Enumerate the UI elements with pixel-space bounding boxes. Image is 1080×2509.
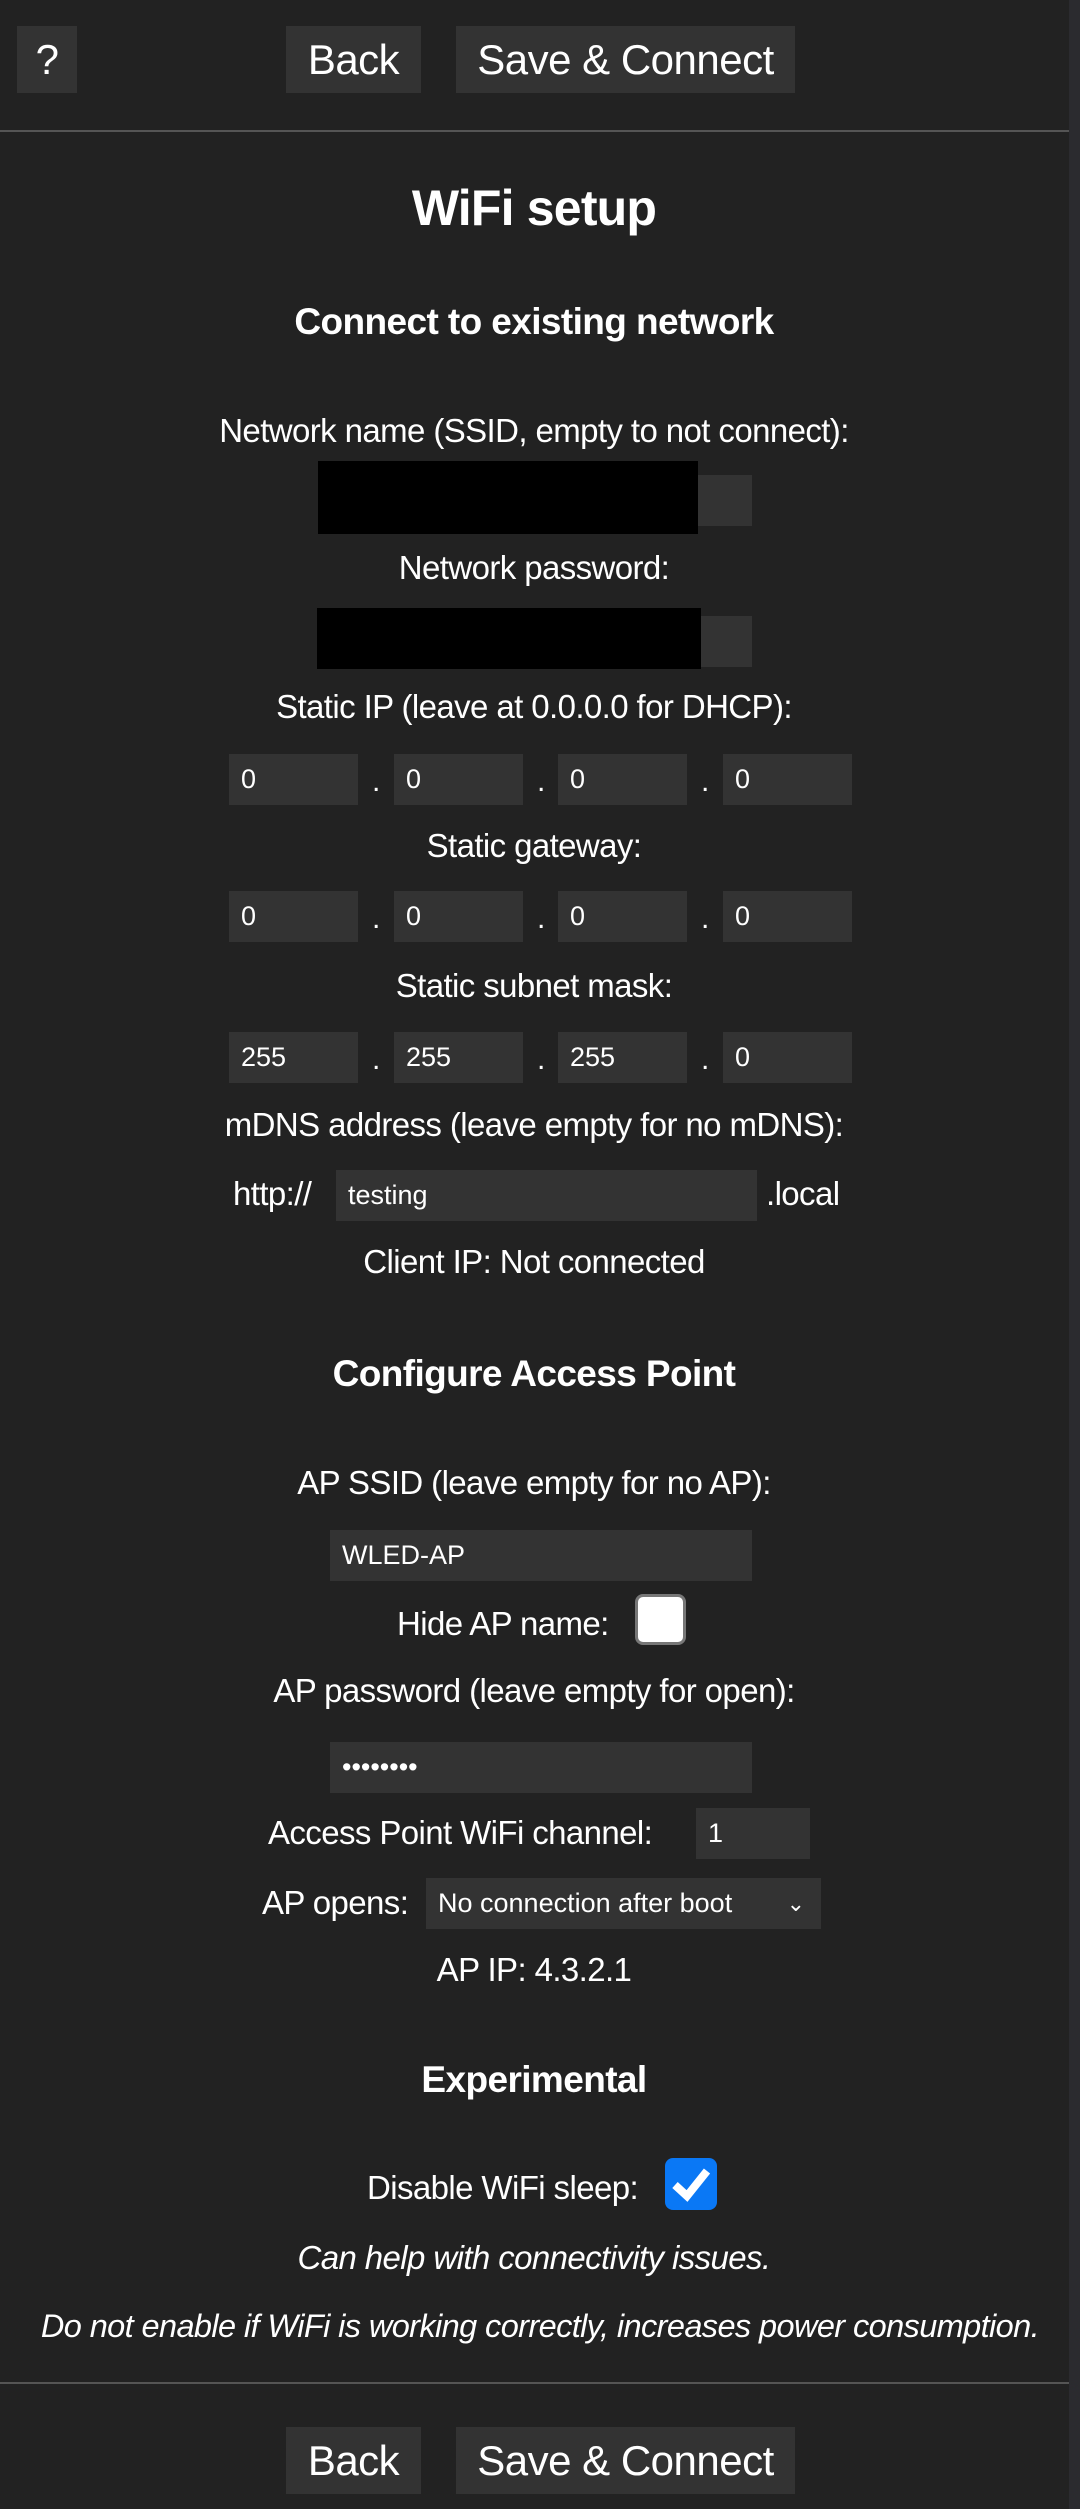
redaction [318, 461, 698, 534]
checkmark-icon [672, 2168, 711, 2202]
subnet-octet-2[interactable] [394, 1032, 523, 1083]
divider [0, 130, 1069, 132]
ap-opens-value: No connection after boot [438, 1888, 733, 1918]
static-ip-octet-3[interactable] [558, 754, 687, 805]
ip-separator: . [537, 1043, 546, 1076]
subnet-octet-4[interactable] [723, 1032, 852, 1083]
hide-ap-label: Hide AP name: [397, 1605, 609, 1642]
mdns-prefix: http:// [233, 1175, 312, 1212]
gateway-octet-1[interactable] [229, 891, 358, 942]
section-heading-ap: Configure Access Point [332, 1353, 736, 1394]
help-button[interactable]: ? [17, 26, 77, 93]
mdns-input[interactable] [336, 1170, 757, 1221]
mdns-suffix: .local [766, 1175, 840, 1212]
ip-separator: . [537, 902, 546, 935]
gateway-octet-4[interactable] [723, 891, 852, 942]
note-connectivity: Can help with connectivity issues. [297, 2239, 771, 2276]
hide-ap-checkbox[interactable] [635, 1594, 686, 1645]
ip-separator: . [372, 1043, 381, 1076]
ap-opens-select[interactable]: No connection after boot ⌄ [426, 1878, 821, 1929]
ssid-label: Network name (SSID, empty to not connect… [219, 412, 849, 449]
static-ip-octet-1[interactable] [229, 754, 358, 805]
mdns-label: mDNS address (leave empty for no mDNS): [224, 1106, 844, 1143]
password-label: Network password: [398, 549, 670, 586]
gateway-octet-2[interactable] [394, 891, 523, 942]
static-ip-octet-4[interactable] [723, 754, 852, 805]
wifi-sleep-checkbox[interactable] [665, 2158, 717, 2210]
ap-ssid-label: AP SSID (leave empty for no AP): [297, 1464, 771, 1501]
gateway-octet-3[interactable] [558, 891, 687, 942]
ap-ssid-input[interactable] [330, 1530, 752, 1581]
ip-separator: . [372, 902, 381, 935]
ap-opens-label: AP opens: [262, 1884, 409, 1921]
ip-separator: . [701, 765, 710, 798]
divider [0, 2382, 1069, 2384]
scrollbar[interactable] [1069, 0, 1080, 2509]
section-heading-experimental: Experimental [421, 2059, 647, 2100]
gateway-label: Static gateway: [426, 827, 642, 864]
static-ip-octet-2[interactable] [394, 754, 523, 805]
ap-ip-status: AP IP: 4.3.2.1 [436, 1951, 632, 1988]
subnet-octet-1[interactable] [229, 1032, 358, 1083]
note-power: Do not enable if WiFi is working correct… [40, 2308, 1040, 2344]
redaction [317, 608, 701, 669]
ap-password-input[interactable] [330, 1742, 752, 1793]
ip-separator: . [372, 765, 381, 798]
wifi-sleep-label: Disable WiFi sleep: [367, 2169, 639, 2206]
client-ip-status: Client IP: Not connected [363, 1243, 705, 1280]
back-button-bottom[interactable]: Back [286, 2427, 421, 2494]
back-button[interactable]: Back [286, 26, 421, 93]
chevron-down-icon: ⌄ [786, 1891, 805, 1916]
subnet-label: Static subnet mask: [395, 967, 673, 1004]
ap-channel-label: Access Point WiFi channel: [268, 1814, 653, 1851]
subnet-octet-3[interactable] [558, 1032, 687, 1083]
ip-separator: . [537, 765, 546, 798]
static-ip-label: Static IP (leave at 0.0.0.0 for DHCP): [276, 688, 792, 725]
ip-separator: . [701, 1043, 710, 1076]
ap-channel-input[interactable] [696, 1808, 810, 1859]
section-heading-connect: Connect to existing network [294, 301, 774, 342]
page-title: WiFi setup [411, 180, 657, 236]
ap-password-label: AP password (leave empty for open): [273, 1672, 795, 1709]
save-connect-button[interactable]: Save & Connect [456, 26, 795, 93]
ip-separator: . [701, 902, 710, 935]
save-connect-button-bottom[interactable]: Save & Connect [456, 2427, 795, 2494]
